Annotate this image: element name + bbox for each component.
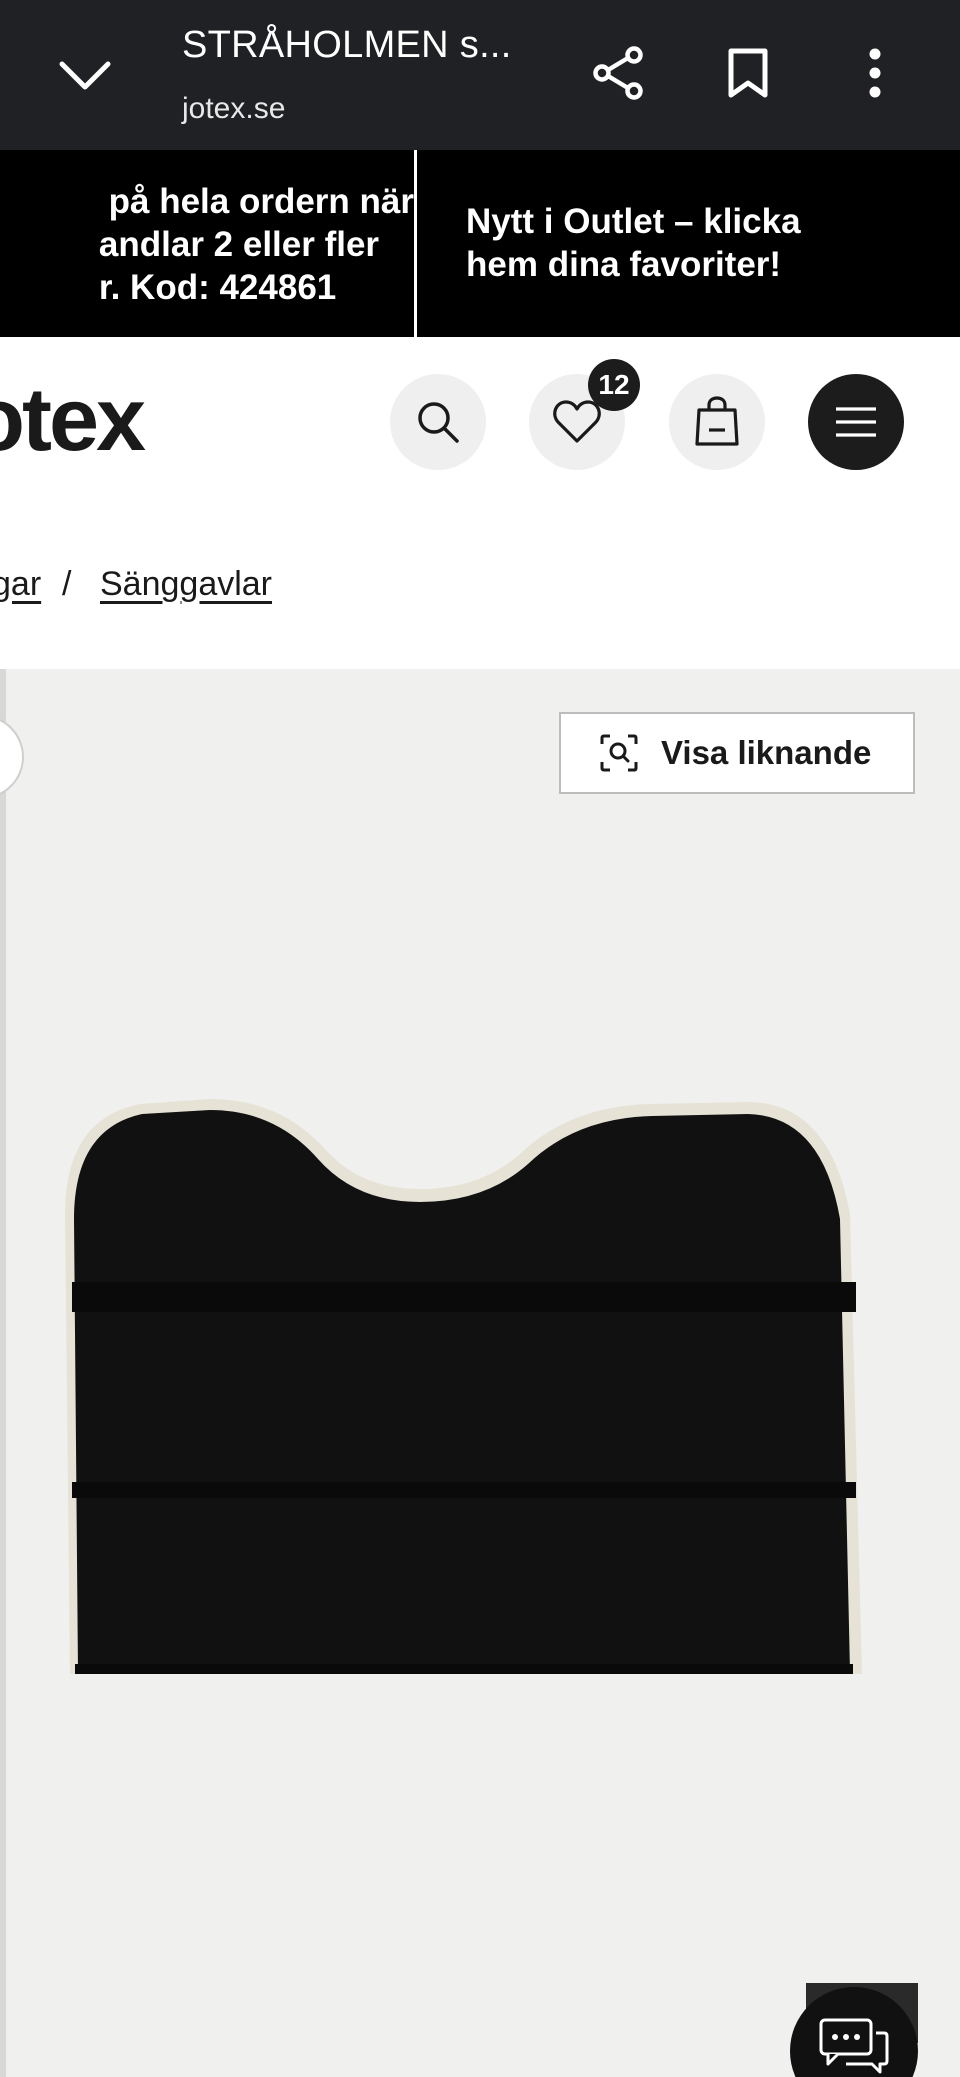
cart-button[interactable] xyxy=(669,374,765,470)
show-similar-label: Visa liknande xyxy=(661,734,872,771)
previous-image-button[interactable] xyxy=(0,715,24,799)
hamburger-menu-icon xyxy=(836,407,876,437)
site-header: otex 12 xyxy=(0,337,960,507)
page-title: STRÅHOLMEN s... xyxy=(182,24,512,66)
breadcrumb-separator: / xyxy=(62,565,72,603)
page-domain: jotex.se xyxy=(182,92,286,125)
previous-image-edge xyxy=(0,669,6,2077)
bookmark-button[interactable] xyxy=(715,40,781,106)
promo-message-outlet[interactable]: Nytt i Outlet – klicka hem dina favorite… xyxy=(466,200,801,286)
promo-divider xyxy=(414,150,417,337)
bookmark-icon xyxy=(728,48,768,98)
promo-message-discount[interactable]: på hela ordern när andlar 2 eller fler r… xyxy=(99,180,414,309)
breadcrumb-link-headboards[interactable]: Sänggavlar xyxy=(100,565,272,604)
breadcrumb-link-parent[interactable]: gar xyxy=(0,565,41,604)
share-button[interactable] xyxy=(585,40,651,106)
more-options-button[interactable] xyxy=(842,40,908,106)
shopping-bag-icon xyxy=(695,396,739,446)
wishlist-count-badge: 12 xyxy=(588,359,640,411)
search-icon xyxy=(418,402,459,443)
chat-bubble-icon xyxy=(819,2018,889,2074)
visual-search-icon xyxy=(595,729,643,777)
chevron-down-icon xyxy=(59,61,111,90)
jotex-logo[interactable]: otex xyxy=(0,369,146,472)
promo-banner: på hela ordern när andlar 2 eller fler r… xyxy=(0,150,960,337)
breadcrumb: gar / Sänggavlar xyxy=(0,507,960,669)
more-vert-icon xyxy=(869,48,881,98)
share-icon xyxy=(593,46,643,100)
collapse-button[interactable] xyxy=(50,40,120,110)
browser-toolbar: STRÅHOLMEN s... jotex.se xyxy=(0,0,960,150)
heart-icon xyxy=(553,400,601,443)
menu-button[interactable] xyxy=(808,374,904,470)
show-similar-button[interactable]: Visa liknande xyxy=(559,712,915,794)
product-image-headboard xyxy=(65,1099,862,1674)
search-button[interactable] xyxy=(390,374,486,470)
product-image-gallery[interactable]: Visa liknande xyxy=(0,669,960,2077)
